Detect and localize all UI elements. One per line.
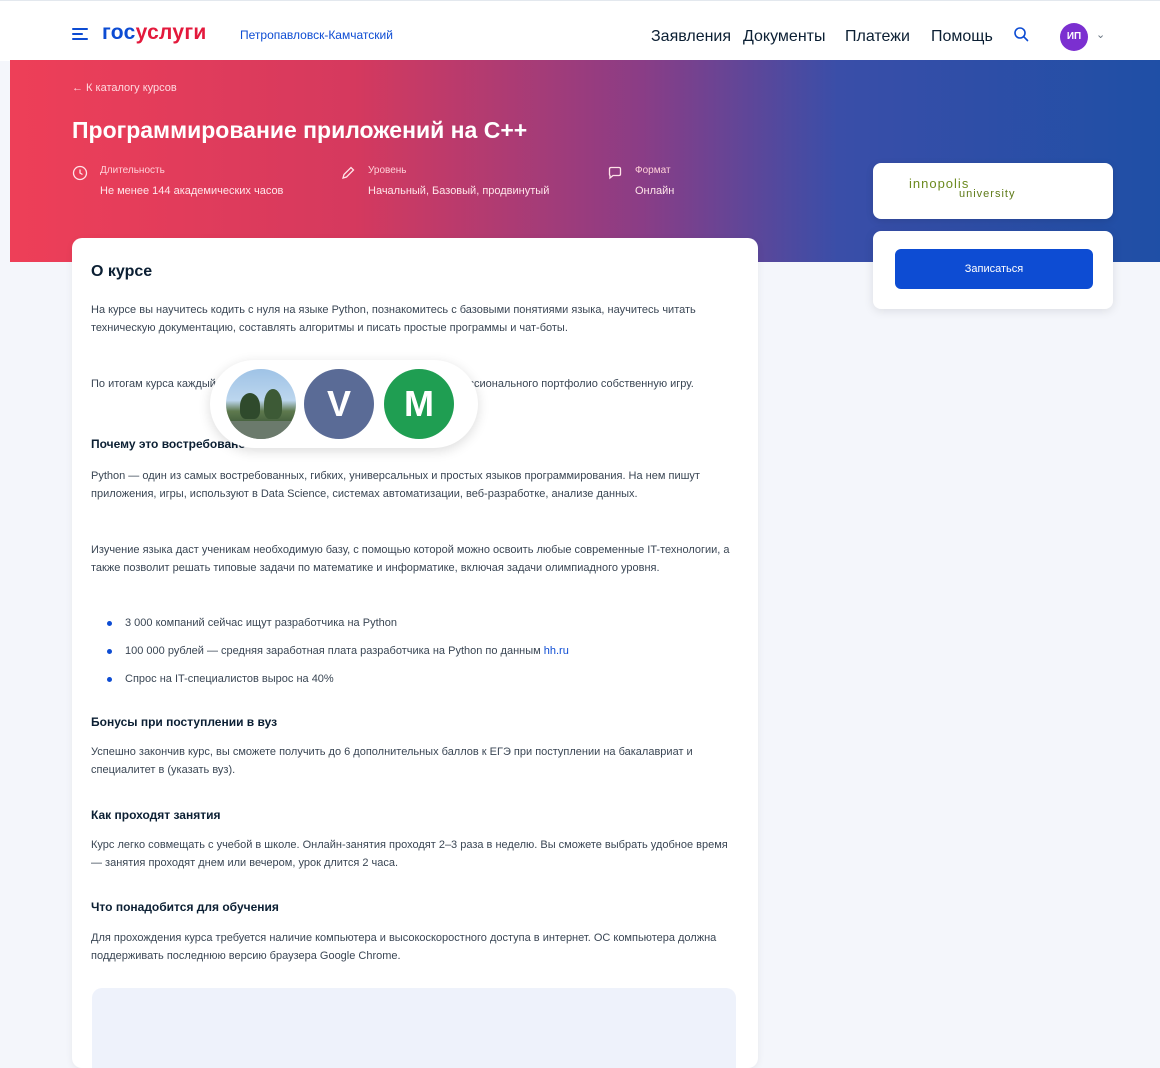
clock-icon [72,165,88,181]
menu-icon[interactable] [72,28,88,40]
list-item: Спрос на IT-специалистов вырос на 40% [91,670,731,698]
participant-avatar-m[interactable]: M [384,369,454,439]
nav-documents[interactable]: Документы [743,28,825,46]
participant-avatars-popup: V M [210,360,478,448]
participant-avatar-v[interactable]: V [304,369,374,439]
bullet-dot [107,677,112,682]
user-avatar[interactable]: ИП [1060,23,1088,51]
partner-logo-line2: university [959,188,1016,200]
subheading-need: Что понадобится для обучения [91,900,279,914]
location-selector[interactable]: Петропавловск-Камчатский [240,28,393,42]
search-icon[interactable] [1013,26,1029,42]
meta-label: Формат [635,165,671,176]
list-item-text: 100 000 рублей — средняя заработная плат… [125,645,544,657]
list-item-text: Спрос на IT-специалистов вырос на 40% [125,673,334,685]
hh-link[interactable]: hh.ru [544,645,569,657]
list-item: 100 000 рублей — средняя заработная плат… [91,642,731,670]
partner-card: innopolis university [873,163,1113,219]
about-paragraph-1: На курсе вы научитесь кодить с нуля на я… [91,304,696,334]
nav-applications[interactable]: Заявления [651,28,731,46]
bullet-dot [107,621,112,626]
logo-part-uslugi: услуги [135,21,207,44]
enroll-card: Записаться [873,231,1113,309]
photo-ground [226,421,296,439]
about-paragraph-4: Изучение языка даст ученикам необходимую… [91,544,730,574]
section-title: О курсе [91,263,153,280]
about-paragraph-3: Python — один из самых востребованных, г… [91,470,700,500]
meta-value: Не менее 144 академических часов [100,185,284,197]
list-item-text: 3 000 компаний сейчас ищут разработчика … [125,617,397,629]
participant-avatar-photo[interactable] [226,369,296,439]
photo-tree [240,393,260,419]
chevron-down-icon[interactable]: ⌄ [1096,28,1105,41]
meta-label: Уровень [368,165,407,176]
breadcrumb-back-to-catalog[interactable]: ← К каталогу курсов [72,82,177,94]
pencil-icon [342,166,355,179]
content-placeholder-box [92,988,736,1068]
facts-list: 3 000 компаний сейчас ищут разработчика … [91,614,731,698]
subheading-how: Как проходят занятия [91,808,221,822]
nav-help[interactable]: Помощь [931,28,993,46]
partner-logo: innopolis university [909,176,1014,200]
page-title: Программирование приложений на C++ [72,117,528,143]
top-header: госуслуги Петропавловск-Камчатский Заявл… [0,0,1160,61]
chat-bubble-icon [608,166,622,180]
subheading-bonus: Бонусы при поступлении в вуз [91,715,278,729]
enroll-button[interactable]: Записаться [895,249,1093,289]
photo-tree [264,389,282,419]
meta-value: Начальный, Базовый, продвинутый [368,185,550,197]
meta-value: Онлайн [635,185,675,197]
about-paragraph-6: Курс легко совмещать с учебой в школе. О… [91,839,728,869]
list-item: 3 000 компаний сейчас ищут разработчика … [91,614,731,642]
bullet-dot [107,649,112,654]
about-paragraph-7: Для прохождения курса требуется наличие … [91,932,717,962]
subheading-why: Почему это востребовано [91,437,246,451]
about-paragraph-5: Успешно закончив курс, вы сможете получи… [91,746,693,776]
gosuslugi-logo[interactable]: госуслуги [102,21,207,45]
meta-label: Длительность [100,165,165,176]
nav-payments[interactable]: Платежи [845,28,910,46]
logo-part-gos: гос [102,21,136,44]
